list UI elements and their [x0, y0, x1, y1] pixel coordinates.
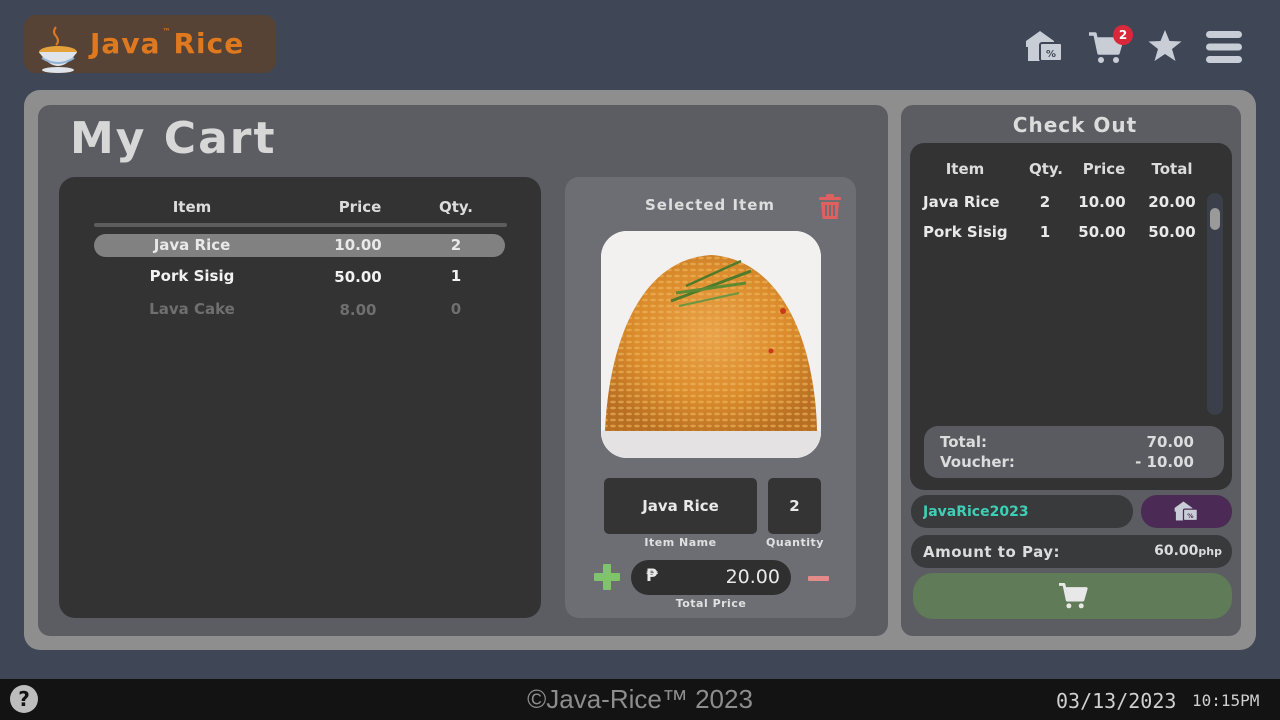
currency-symbol: ₱ [646, 566, 658, 586]
row-item-name[interactable]: Lava Cake [112, 300, 272, 318]
food-image-java-rice [601, 231, 821, 458]
co-row-total: 20.00 [1148, 193, 1196, 211]
quantity-caption: Quantity [766, 536, 824, 549]
co-row-total: 50.00 [1148, 223, 1196, 241]
amount-unit: php [1198, 545, 1222, 558]
date-display: 03/13/2023 [1056, 689, 1177, 713]
co-row-item: Java Rice [923, 193, 1000, 211]
menu-icon[interactable] [1206, 31, 1242, 63]
increase-quantity-button[interactable] [593, 563, 621, 591]
checkout-title: Check Out [1012, 113, 1138, 137]
checkout-button[interactable] [913, 573, 1232, 619]
svg-text:%: % [1046, 49, 1056, 60]
row-item-qty[interactable]: 2 [436, 236, 476, 254]
row-item-name[interactable]: Pork Sisig [112, 267, 272, 285]
scrollbar-thumb[interactable] [1210, 208, 1220, 230]
quantity-display[interactable]: 2 [768, 478, 821, 534]
col-header-item: Item [172, 198, 212, 216]
page-title: My Cart [70, 113, 277, 164]
svg-text:%: % [1187, 513, 1194, 520]
java-rice-photo [601, 231, 821, 458]
row-item-price[interactable]: 8.00 [318, 301, 398, 319]
co-row-item: Pork Sisig [923, 223, 1008, 241]
row-item-price[interactable]: 10.00 [318, 236, 398, 254]
voucher-icon[interactable]: % [1024, 27, 1064, 65]
voucher-value: - 10.00 [1135, 453, 1194, 471]
voucher-icon: % [1174, 501, 1198, 522]
apply-voucher-button[interactable]: % [1141, 495, 1232, 528]
time-display: 10:15PM [1192, 691, 1260, 710]
star-icon[interactable] [1147, 29, 1183, 63]
row-item-name[interactable]: Java Rice [112, 236, 272, 254]
row-item-price[interactable]: 50.00 [318, 268, 398, 286]
cart-icon [1059, 583, 1088, 609]
col-header-qty: Qty. [438, 198, 474, 216]
selected-item-title: Selected Item [644, 196, 776, 214]
amount-to-pay-value: 60.00php [1100, 543, 1222, 559]
voucher-label: Voucher: [940, 453, 1015, 471]
co-header-price: Price [1082, 160, 1126, 178]
brand-name: Java ™Rice [90, 27, 245, 60]
co-row-qty: 2 [1039, 193, 1051, 211]
col-header-price: Price [338, 198, 382, 216]
trash-icon[interactable] [818, 194, 842, 220]
co-header-item: Item [945, 160, 985, 178]
co-header-qty: Qty. [1028, 160, 1064, 178]
brand-logo[interactable]: Java ™Rice [24, 15, 276, 73]
co-header-total: Total [1151, 160, 1193, 178]
row-item-qty[interactable]: 0 [436, 300, 476, 318]
decrease-quantity-button[interactable] [808, 576, 829, 581]
rice-bowl-icon [39, 26, 77, 73]
item-name-caption: Item Name [644, 536, 717, 549]
co-row-price: 10.00 [1078, 193, 1126, 211]
cart-count-badge: 2 [1113, 25, 1133, 45]
header-divider [94, 223, 507, 227]
amount-number: 60.00 [1154, 543, 1199, 559]
amount-to-pay-label: Amount to Pay: [923, 543, 1061, 561]
voucher-code-input[interactable] [911, 495, 1133, 528]
co-row-price: 50.00 [1078, 223, 1126, 241]
row-item-qty[interactable]: 1 [436, 267, 476, 285]
total-label: Total: [940, 433, 987, 451]
total-price-value: 20.00 [725, 566, 780, 588]
co-row-qty: 1 [1039, 223, 1051, 241]
item-name-display: Java Rice [604, 478, 757, 534]
total-value: 70.00 [1146, 433, 1194, 451]
total-price-caption: Total Price [675, 597, 747, 610]
